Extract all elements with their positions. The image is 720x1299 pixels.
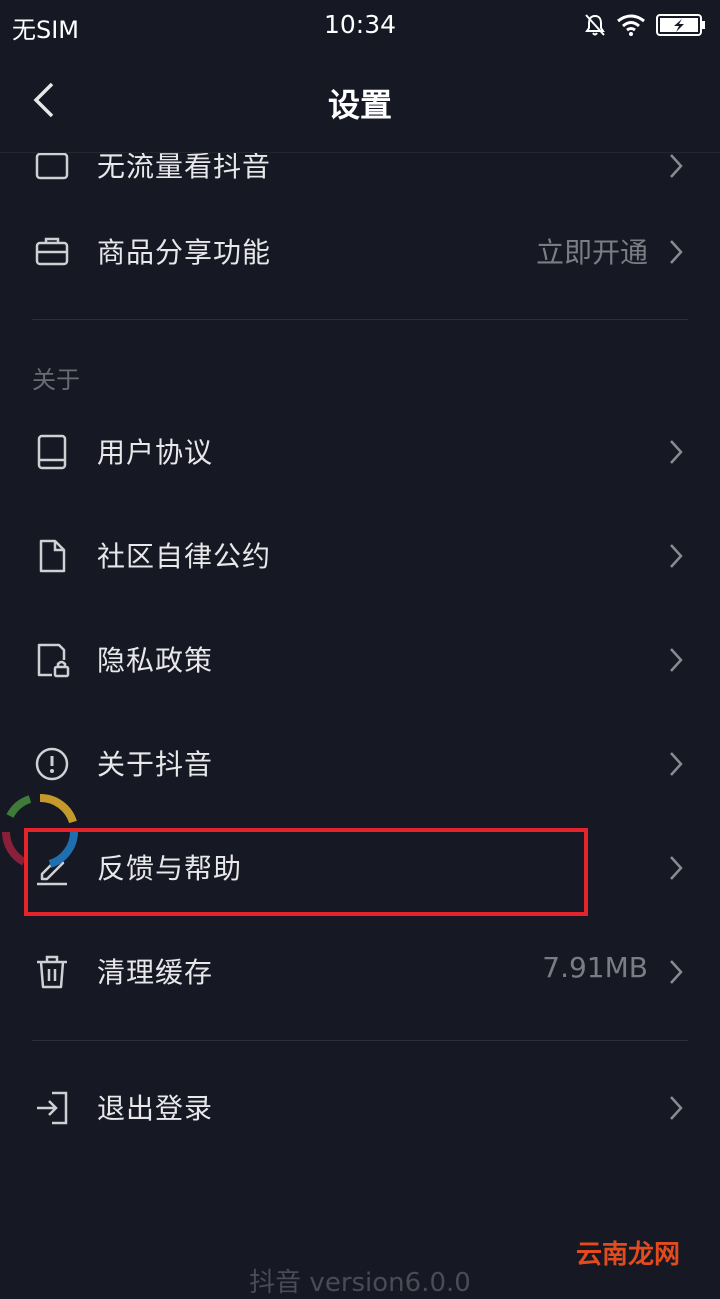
chevron-right-icon bbox=[670, 856, 683, 880]
divider bbox=[32, 319, 688, 320]
chevron-right-icon bbox=[670, 440, 683, 464]
book-icon bbox=[37, 434, 67, 470]
info-circle-icon bbox=[35, 747, 69, 781]
data-free-icon bbox=[35, 152, 69, 180]
row-privacy-policy[interactable]: 隐私政策 bbox=[0, 608, 720, 712]
row-logout[interactable]: 退出登录 bbox=[0, 1056, 720, 1160]
watermark: 云南龙网 bbox=[575, 1240, 680, 1270]
highlight-box bbox=[24, 828, 588, 916]
row-label: 商品分享功能 bbox=[97, 236, 272, 269]
row-value: 立即开通 bbox=[535, 236, 648, 269]
chevron-right-icon bbox=[670, 648, 683, 672]
row-label: 清理缓存 bbox=[97, 956, 214, 989]
row-label: 退出登录 bbox=[97, 1092, 214, 1125]
row-about-douyin[interactable]: 关于抖音 bbox=[0, 712, 720, 816]
privacy-lock-icon bbox=[37, 643, 70, 678]
chevron-right-icon bbox=[670, 544, 683, 568]
chevron-right-icon bbox=[670, 1096, 683, 1120]
row-label: 社区自律公约 bbox=[97, 540, 272, 573]
page-title: 设置 bbox=[327, 86, 392, 124]
row-user-agreement[interactable]: 用户协议 bbox=[0, 400, 720, 504]
row-community-guidelines[interactable]: 社区自律公约 bbox=[0, 504, 720, 608]
nav-bar: 设置 bbox=[0, 50, 720, 153]
briefcase-icon bbox=[35, 237, 69, 266]
section-header-about: 关于 bbox=[32, 366, 80, 394]
cache-size-value: 7.91MB bbox=[542, 951, 648, 984]
chevron-right-icon bbox=[670, 752, 683, 776]
chevron-right-icon bbox=[670, 154, 683, 178]
row-label: 关于抖音 bbox=[97, 748, 214, 781]
row-product-share[interactable]: 商品分享功能 立即开通 bbox=[0, 200, 720, 304]
chevron-right-icon bbox=[670, 960, 683, 984]
chevron-right-icon bbox=[670, 240, 683, 264]
row-clear-cache[interactable]: 清理缓存 7.91MB bbox=[0, 920, 720, 1024]
trash-icon bbox=[37, 955, 67, 989]
row-label: 隐私政策 bbox=[97, 644, 214, 677]
logout-icon bbox=[37, 1091, 68, 1125]
document-icon bbox=[39, 539, 66, 573]
settings-list: 无流量看抖音 商品分享功能 立即开通 关于 用户协议 社区自律公约 隐私政策 关… bbox=[0, 0, 720, 1280]
row-label: 用户协议 bbox=[97, 436, 214, 469]
divider bbox=[32, 1040, 688, 1041]
